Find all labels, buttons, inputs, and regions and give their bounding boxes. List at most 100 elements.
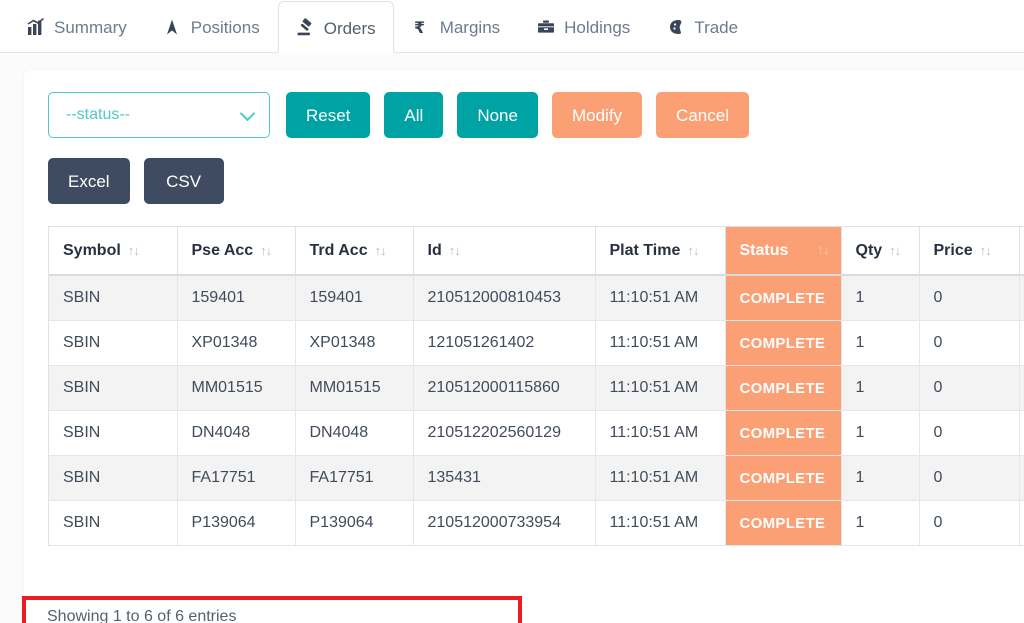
cell-trd: XP01348 bbox=[295, 320, 414, 366]
cell-trd: MM01515 bbox=[295, 365, 414, 411]
modify-button[interactable]: Modify bbox=[551, 92, 643, 138]
column-header-tail[interactable]: V bbox=[1019, 227, 1024, 276]
briefcase-icon bbox=[536, 17, 555, 36]
tab-trade[interactable]: Trade bbox=[648, 0, 756, 52]
tab-summary[interactable]: Summary bbox=[8, 0, 145, 52]
sort-icon[interactable]: ↑↓ bbox=[818, 242, 830, 257]
tab-label: Positions bbox=[190, 18, 260, 37]
table-row[interactable]: SBIN MM01515 MM01515 210512000115860 11:10:5… bbox=[49, 365, 1024, 411]
cell-symbol: SBIN bbox=[49, 500, 178, 546]
csv-export-button[interactable]: CSV bbox=[143, 158, 224, 204]
cell-symbol: SBIN bbox=[49, 410, 178, 456]
tab-label: Trade bbox=[694, 18, 739, 37]
reset-button[interactable]: Reset bbox=[286, 92, 371, 138]
cell-tail: 0 bbox=[1019, 320, 1024, 366]
svg-text:₹: ₹ bbox=[414, 18, 425, 36]
table-row[interactable]: SBIN DN4048 DN4048 210512202560129 11:10:51 … bbox=[49, 410, 1024, 456]
entries-summary-label: Showing 1 to 6 of 6 entries bbox=[47, 608, 237, 623]
tab-label: Holdings bbox=[564, 18, 631, 37]
status-filter-value: --status-- bbox=[66, 106, 130, 123]
column-header-qty[interactable]: Qty ↑↓ bbox=[841, 227, 920, 276]
cell-symbol: SBIN bbox=[49, 275, 178, 321]
cancel-button[interactable]: Cancel bbox=[656, 92, 749, 138]
sort-icon[interactable]: ↑↓ bbox=[687, 243, 699, 258]
tab-label: Margins bbox=[439, 18, 501, 37]
tab-orders[interactable]: Orders bbox=[277, 1, 394, 53]
tab-label: Orders bbox=[323, 18, 376, 38]
cell-time: 11:10:51 AM bbox=[595, 275, 726, 321]
column-header-label: Plat Time bbox=[609, 241, 681, 259]
tab-margins[interactable]: ₹ Margins bbox=[394, 0, 518, 52]
cell-time: 11:10:51 AM bbox=[595, 365, 726, 411]
cell-qty: 1 bbox=[841, 365, 920, 411]
chart-bar-icon bbox=[26, 17, 45, 36]
all-button[interactable]: All bbox=[384, 92, 444, 138]
cell-status: COMPLETE bbox=[725, 500, 842, 546]
cell-id: 210512000810453 bbox=[413, 275, 596, 321]
table-row[interactable]: SBIN P139064 P139064 210512000733954 11:10:5… bbox=[49, 500, 1024, 546]
cell-status: COMPLETE bbox=[725, 320, 842, 366]
cell-qty: 1 bbox=[841, 320, 920, 366]
cell-qty: 1 bbox=[841, 500, 920, 546]
cell-status: COMPLETE bbox=[725, 275, 842, 321]
cell-symbol: SBIN bbox=[49, 455, 178, 501]
cell-trd: 159401 bbox=[295, 275, 414, 321]
cell-status: COMPLETE bbox=[725, 410, 842, 456]
table-row[interactable]: SBIN XP01348 XP01348 121051261402 11:10:51 A… bbox=[49, 320, 1024, 366]
column-header-label: Symbol bbox=[63, 241, 121, 259]
column-header-symbol[interactable]: Symbol ↑↓ bbox=[49, 227, 178, 276]
tab-label: Summary bbox=[54, 18, 127, 37]
sort-icon[interactable]: ↑↓ bbox=[375, 243, 387, 258]
cell-tail: 0 bbox=[1019, 365, 1024, 411]
cell-id: 135431 bbox=[413, 455, 596, 501]
sort-icon[interactable]: ↑↓ bbox=[980, 243, 992, 258]
sort-icon[interactable]: ↑↓ bbox=[260, 243, 272, 258]
cell-pse: MM01515 bbox=[177, 365, 296, 411]
cell-id: 121051261402 bbox=[413, 320, 596, 366]
cell-status: COMPLETE bbox=[725, 365, 842, 411]
column-header-time[interactable]: Plat Time ↑↓ bbox=[595, 227, 726, 276]
column-header-label: Price bbox=[933, 241, 973, 259]
column-header-price[interactable]: Price ↑↓ bbox=[919, 227, 1020, 276]
action-button-group: Reset All None Modify Cancel bbox=[286, 92, 749, 138]
cell-status: COMPLETE bbox=[725, 455, 842, 501]
column-header-status[interactable]: Status ↑↓ bbox=[725, 227, 842, 276]
cell-symbol: SBIN bbox=[49, 320, 178, 366]
cell-pse: FA17751 bbox=[177, 455, 296, 501]
cell-trd: DN4048 bbox=[295, 410, 414, 456]
none-button[interactable]: None bbox=[457, 92, 538, 138]
export-button-group: Excel CSV bbox=[48, 158, 1024, 204]
table-row[interactable]: SBIN 159401 159401 210512000810453 11:10:51 … bbox=[49, 275, 1024, 321]
column-header-label: Id bbox=[427, 241, 442, 259]
column-header-pse[interactable]: Pse Acc ↑↓ bbox=[177, 227, 296, 276]
column-header-trd[interactable]: Trd Acc ↑↓ bbox=[295, 227, 414, 276]
orders-table-header-row: Symbol ↑↓ Pse Acc ↑↓ Trd Acc ↑↓ Id ↑↓ Plat Time ↑… bbox=[49, 227, 1024, 276]
compass-icon bbox=[163, 17, 182, 36]
orders-table-scroll-container[interactable]: Symbol ↑↓ Pse Acc ↑↓ Trd Acc ↑↓ Id ↑↓ Plat Time ↑… bbox=[48, 226, 1024, 546]
cell-time: 11:10:51 AM bbox=[595, 500, 726, 546]
sort-icon[interactable]: ↑↓ bbox=[128, 243, 140, 258]
main-tab-bar: Summary Positions Orders ₹ Margins Holdings Tr… bbox=[0, 0, 1024, 53]
table-row[interactable]: SBIN FA17751 FA17751 135431 11:10:51 AM COMPL… bbox=[49, 455, 1024, 501]
tab-positions[interactable]: Positions bbox=[145, 0, 278, 52]
column-header-label: Pse Acc bbox=[191, 241, 254, 259]
cell-price: 0 bbox=[919, 365, 1020, 411]
tab-holdings[interactable]: Holdings bbox=[518, 0, 648, 52]
sort-icon[interactable]: ↑↓ bbox=[449, 243, 461, 258]
excel-export-button[interactable]: Excel bbox=[48, 158, 130, 204]
cell-symbol: SBIN bbox=[49, 365, 178, 411]
cell-id: 210512202560129 bbox=[413, 410, 596, 456]
sort-icon[interactable]: ↑↓ bbox=[889, 243, 901, 258]
cell-qty: 1 bbox=[841, 275, 920, 321]
cell-id: 210512000115860 bbox=[413, 365, 596, 411]
cell-tail: 0 bbox=[1019, 455, 1024, 501]
cell-time: 11:10:51 AM bbox=[595, 320, 726, 366]
brain-icon bbox=[666, 17, 685, 36]
app-root: Summary Positions Orders ₹ Margins Holdings Tr… bbox=[0, 0, 1024, 623]
chevron-down-icon bbox=[241, 106, 255, 120]
controls-row: --status-- Reset All None Modify Cancel bbox=[48, 92, 1024, 138]
orders-table: Symbol ↑↓ Pse Acc ↑↓ Trd Acc ↑↓ Id ↑↓ Plat Time ↑… bbox=[49, 227, 1024, 546]
gavel-icon bbox=[296, 18, 315, 37]
status-filter-select[interactable]: --status-- bbox=[48, 92, 270, 138]
column-header-id[interactable]: Id ↑↓ bbox=[413, 227, 596, 276]
